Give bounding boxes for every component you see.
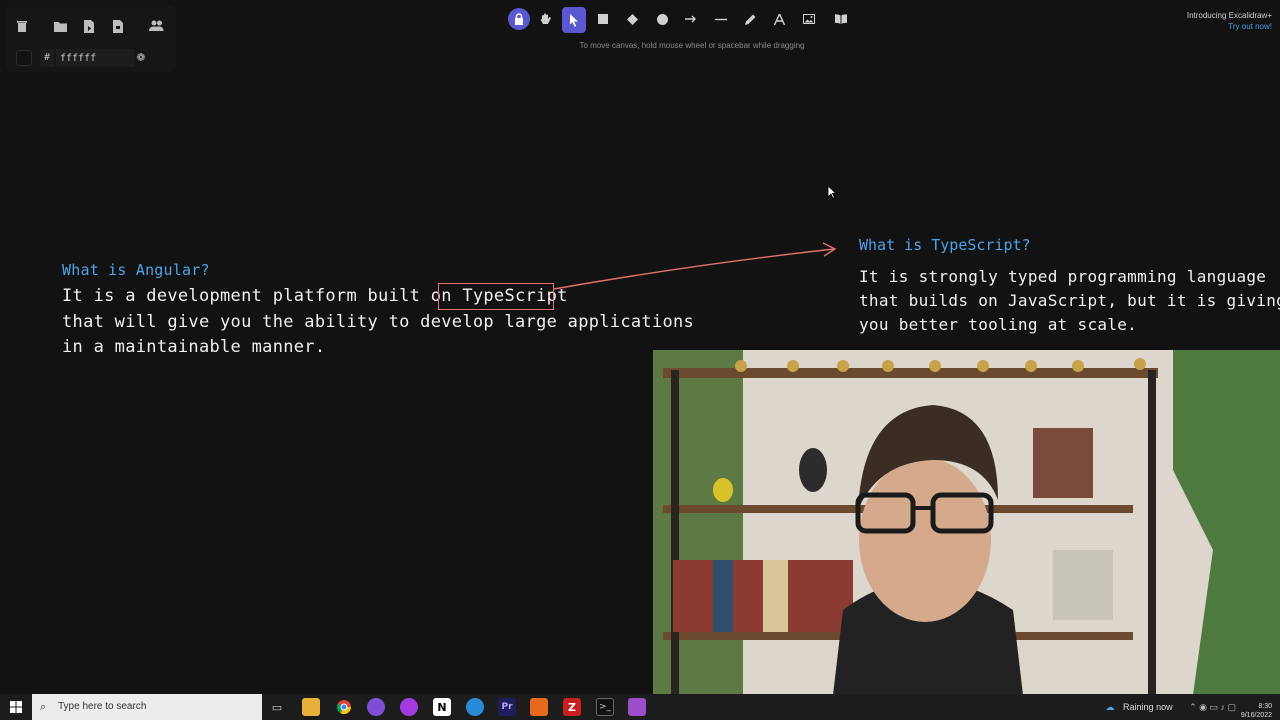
weather-icon: ☁ (1105, 702, 1115, 712)
clock-date: 9/16/2022 (1240, 712, 1272, 719)
clock-time: 8:30 (1258, 703, 1272, 710)
browser-icon[interactable] (466, 698, 484, 716)
weather-text[interactable]: Raining now (1123, 702, 1173, 712)
typescript-line: that builds on JavaScript, but it is giv… (859, 291, 1280, 311)
typescript-line: It is strongly typed programming languag… (859, 267, 1267, 286)
messenger-icon[interactable] (400, 698, 418, 716)
taskbar-clock[interactable]: 8:30 9/16/2022 (1241, 702, 1272, 720)
system-tray: ☁ Raining now ⌃ ◉ ▭ ♪ ▢ (1106, 694, 1236, 720)
postman-icon[interactable] (530, 698, 548, 716)
tray-icons[interactable]: ⌃ ◉ ▭ ♪ ▢ (1189, 702, 1236, 712)
file-explorer-icon[interactable] (302, 698, 320, 716)
chrome-icon[interactable] (335, 698, 353, 716)
typescript-line: you better tooling at scale. (859, 315, 1138, 335)
search-icon: ⌕ (40, 701, 47, 713)
task-view-icon[interactable]: ▭ (268, 698, 286, 716)
notion-icon[interactable]: N (433, 698, 451, 716)
windows-start-icon[interactable] (7, 698, 25, 716)
viber-icon[interactable] (367, 698, 385, 716)
webcam-overlay (653, 350, 1280, 695)
mouse-cursor-icon (827, 185, 837, 199)
typescript-answer[interactable]: It is strongly typed programming languag… (859, 265, 1280, 338)
typescript-question[interactable]: What is TypeScript? (859, 236, 1031, 254)
premiere-icon[interactable]: Pr (498, 698, 516, 716)
search-placeholder: Type here to search (58, 701, 147, 712)
taskbar-search-box[interactable]: ⌕ Type here to search (32, 694, 262, 720)
visual-studio-icon[interactable] (628, 698, 646, 716)
windows-taskbar: ⌕ Type here to search ▭ N Pr Z >_ ☁ Rain… (0, 694, 1280, 720)
filezilla-icon[interactable]: Z (563, 698, 581, 716)
terminal-icon[interactable]: >_ (596, 698, 614, 716)
